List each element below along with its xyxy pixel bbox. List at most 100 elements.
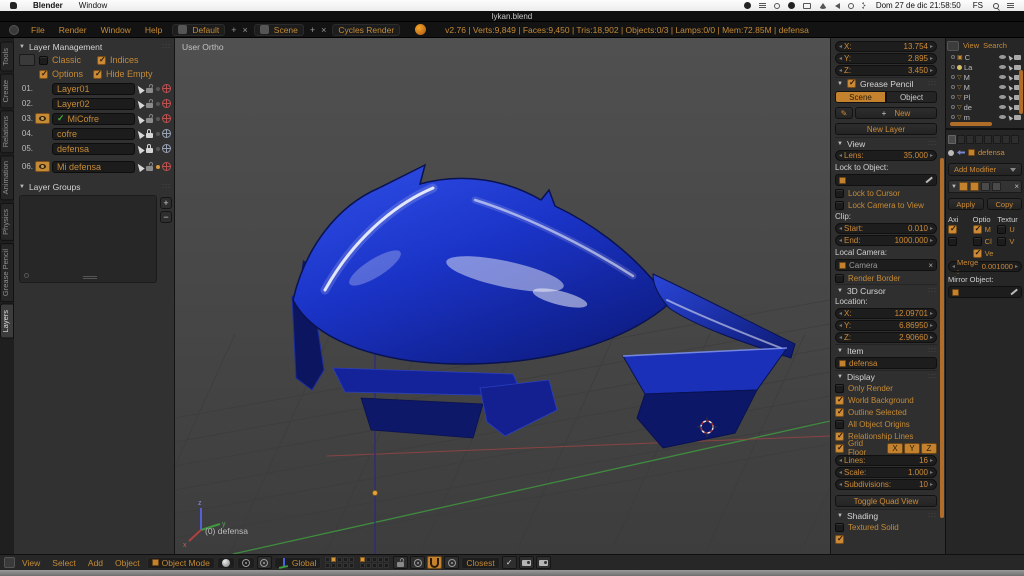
layer-cell[interactable] bbox=[384, 563, 389, 568]
cursor-panel-header[interactable]: ▼3D Cursor::: bbox=[835, 284, 937, 296]
cursor-z-slider[interactable]: ◂Z:2.90660▸ bbox=[835, 332, 937, 343]
layer-cell[interactable] bbox=[331, 563, 336, 568]
restrict-render-icon[interactable] bbox=[162, 84, 171, 93]
outliner-row[interactable]: ▽M bbox=[947, 82, 1023, 92]
copy-button[interactable]: Copy bbox=[987, 198, 1023, 210]
tab-material-icon[interactable] bbox=[1002, 135, 1010, 144]
outliner-row[interactable]: La bbox=[947, 62, 1023, 72]
dot-icon[interactable] bbox=[156, 165, 160, 169]
eye-visible-button[interactable] bbox=[35, 113, 50, 124]
classic-checkbox[interactable] bbox=[39, 56, 48, 65]
status-app-icon[interactable] bbox=[759, 3, 766, 8]
opengl-render-button[interactable] bbox=[519, 556, 534, 569]
eye-icon[interactable] bbox=[999, 55, 1006, 59]
menubar-clock[interactable]: Dom 27 de dic 21:58:50 bbox=[876, 1, 961, 10]
restrict-render-icon[interactable] bbox=[162, 114, 171, 123]
grid-axis-y-button[interactable]: Y bbox=[904, 443, 920, 454]
render-menu[interactable]: Render bbox=[52, 25, 94, 35]
lock-icon[interactable] bbox=[145, 128, 154, 139]
dot-icon[interactable] bbox=[156, 147, 160, 151]
layer-group-add-button[interactable]: + bbox=[160, 197, 172, 209]
merge-limit-slider[interactable]: ◂Merge :0.001000▸ bbox=[948, 261, 1022, 272]
merge-checkbox[interactable] bbox=[973, 225, 982, 234]
eyedropper-icon[interactable] bbox=[925, 177, 932, 183]
help-menu[interactable]: Help bbox=[138, 25, 169, 35]
gp-object-tab[interactable]: Object bbox=[886, 91, 937, 103]
add-menu[interactable]: Add bbox=[83, 558, 108, 568]
mirror-axis-x-checkbox[interactable] bbox=[948, 225, 957, 234]
gp-new-button[interactable]: +New bbox=[855, 107, 937, 119]
outliner-row[interactable]: ▣C bbox=[947, 52, 1023, 62]
lock-object-field[interactable] bbox=[835, 174, 937, 186]
layer-cell[interactable] bbox=[372, 557, 377, 562]
outliner-row[interactable]: ▽M bbox=[947, 72, 1023, 82]
render-icon[interactable] bbox=[1014, 115, 1021, 120]
layer-cell[interactable] bbox=[384, 557, 389, 562]
tab-grease-pencil[interactable]: Grease Pencil bbox=[0, 243, 14, 302]
layer-cell[interactable] bbox=[360, 563, 365, 568]
snap-element-button[interactable] bbox=[444, 556, 459, 569]
layer-groups-list[interactable] bbox=[19, 195, 157, 283]
layer-cell[interactable] bbox=[337, 563, 342, 568]
select-menu[interactable]: Select bbox=[47, 558, 81, 568]
status-globe-icon[interactable] bbox=[774, 3, 780, 9]
outliner-row[interactable]: ▽m bbox=[947, 112, 1023, 122]
grid-lines-slider[interactable]: ◂Lines:16▸ bbox=[835, 455, 937, 466]
eye-icon[interactable] bbox=[999, 65, 1006, 69]
restrict-render-icon[interactable] bbox=[162, 99, 171, 108]
gp-new-layer-button[interactable]: New Layer bbox=[835, 123, 937, 135]
local-camera-field[interactable]: Camera× bbox=[835, 259, 937, 271]
layer-name-field[interactable]: cofre bbox=[52, 128, 135, 140]
add-modifier-dropdown[interactable]: Add Modifier bbox=[948, 163, 1022, 176]
dot-icon[interactable] bbox=[156, 117, 160, 121]
modifier-render-toggle[interactable] bbox=[959, 182, 968, 191]
shading-panel-header[interactable]: ▼Shading::: bbox=[835, 509, 937, 521]
lock-to-scene-button[interactable] bbox=[393, 556, 408, 569]
editor-type-icon[interactable] bbox=[9, 25, 19, 35]
list-resize-icon[interactable] bbox=[83, 276, 97, 279]
viewport-editor-icon[interactable] bbox=[4, 557, 15, 568]
apple-menu-icon[interactable] bbox=[10, 2, 17, 9]
app-menu[interactable]: Blender bbox=[25, 1, 71, 10]
view-panel-header[interactable]: ▼View::: bbox=[835, 137, 937, 149]
cursor-icon[interactable] bbox=[1007, 94, 1013, 100]
outliner-editor-icon[interactable] bbox=[947, 41, 959, 51]
cursor-y-slider[interactable]: ◂Y:6.86950▸ bbox=[835, 320, 937, 331]
cursor-icon[interactable] bbox=[135, 162, 145, 172]
render-check-button[interactable]: ✓ bbox=[502, 556, 517, 569]
lens-slider[interactable]: ◂Lens:35.000▸ bbox=[835, 150, 937, 161]
eyedropper-icon[interactable] bbox=[1010, 289, 1017, 295]
spotlight-icon[interactable] bbox=[993, 3, 999, 9]
mirror-axis-y-checkbox[interactable] bbox=[948, 237, 957, 246]
layer-cell[interactable] bbox=[349, 563, 354, 568]
tab-tools[interactable]: Tools bbox=[0, 42, 14, 72]
grid-scale-slider[interactable]: ◂Scale:1.000▸ bbox=[835, 467, 937, 478]
eye-icon[interactable] bbox=[999, 75, 1006, 79]
render-engine-selector[interactable]: Cycles Render bbox=[332, 24, 400, 36]
tab-render-icon[interactable] bbox=[948, 135, 956, 144]
layer-management-header[interactable]: ▼Layer Management::: bbox=[17, 40, 171, 53]
render-icon[interactable] bbox=[1014, 65, 1021, 70]
layer-name-field[interactable]: Mi defensa bbox=[52, 161, 135, 173]
n-panel-scrollbar[interactable] bbox=[940, 158, 944, 518]
toggle-quad-view-button[interactable]: Toggle Quad View bbox=[835, 495, 937, 507]
hide-empty-checkbox[interactable] bbox=[93, 70, 102, 79]
layer-cell[interactable] bbox=[343, 563, 348, 568]
shading-dropdown[interactable] bbox=[217, 557, 235, 569]
tab-modifiers-icon[interactable] bbox=[984, 135, 992, 144]
layer-cell[interactable] bbox=[378, 557, 383, 562]
display-panel-header[interactable]: ▼Display::: bbox=[835, 370, 937, 382]
globe-icon[interactable] bbox=[162, 129, 171, 138]
lock-to-cursor-checkbox[interactable] bbox=[835, 189, 844, 198]
window-menu-blender[interactable]: Window bbox=[94, 25, 138, 35]
layer-cell-active[interactable] bbox=[360, 557, 365, 562]
gp-draw-button[interactable]: ✎ bbox=[835, 107, 853, 119]
options-checkbox[interactable] bbox=[39, 70, 48, 79]
tab-world-icon[interactable] bbox=[966, 135, 974, 144]
view-menu[interactable]: View bbox=[17, 558, 45, 568]
status-record-icon[interactable] bbox=[744, 2, 751, 9]
layer-cell[interactable] bbox=[349, 557, 354, 562]
clip-start-slider[interactable]: ◂Start:0.010▸ bbox=[835, 223, 937, 234]
all-object-origins-checkbox[interactable] bbox=[835, 420, 844, 429]
eye-visible-button[interactable] bbox=[35, 161, 50, 172]
